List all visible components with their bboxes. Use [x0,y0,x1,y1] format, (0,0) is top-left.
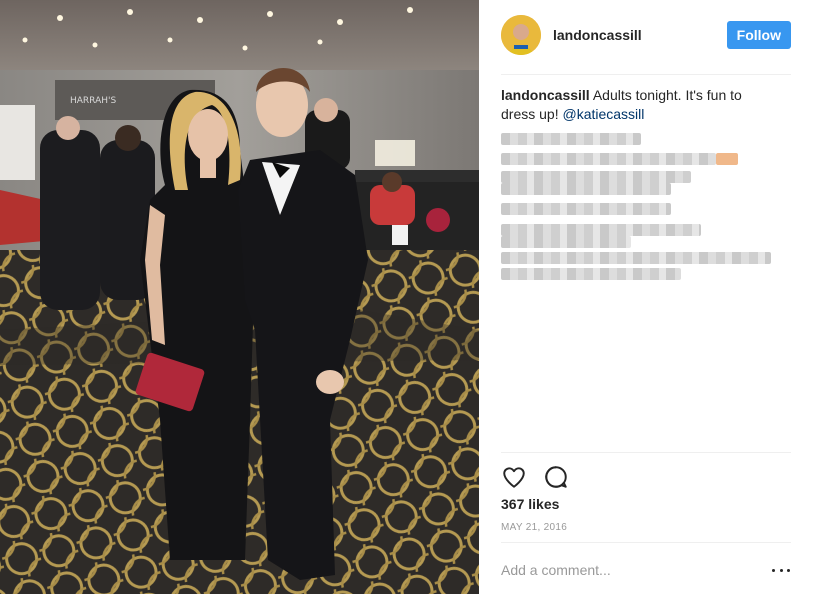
heart-icon[interactable] [501,464,527,490]
redacted-comment-line [501,268,681,280]
redacted-comment-line [501,203,671,215]
svg-text:HARRAH'S: HARRAH'S [70,96,116,106]
redacted-comment-line [501,133,641,145]
post-header: landoncassill Follow [501,13,791,57]
more-dot [787,568,790,572]
comment-divider [501,542,791,543]
redacted-comment-line [716,153,738,165]
post-details-panel: landoncassill Follow landoncassill Adult… [479,0,813,594]
likes-count[interactable]: 367 likes [501,496,559,512]
redacted-comment-line [501,224,701,236]
caption-username[interactable]: landoncassill [501,87,590,103]
post-actions [501,463,585,491]
photo-image: HARRAH'S [0,0,479,594]
post-date: MAY 21, 2016 [501,522,568,533]
redacted-comment-line [501,252,771,264]
more-dot [772,568,775,572]
follow-button[interactable]: Follow [726,21,791,49]
redacted-comment-line [501,183,671,195]
post-caption: landoncassill Adults tonight. It's fun t… [501,86,771,124]
comment-bubble-icon[interactable] [543,464,569,490]
avatar[interactable] [501,15,541,55]
post-photo[interactable]: HARRAH'S [0,0,479,594]
header-divider [501,74,791,75]
caption-mention[interactable]: @katiecassill [562,106,644,122]
more-options-icon[interactable] [772,563,790,577]
redacted-comment-line [501,171,691,183]
actions-divider [501,452,791,453]
comment-input[interactable] [501,560,741,580]
redacted-comment-line [501,236,631,248]
username-link[interactable]: landoncassill [553,27,727,43]
redacted-comment-line [501,153,716,165]
more-dot [779,568,783,572]
